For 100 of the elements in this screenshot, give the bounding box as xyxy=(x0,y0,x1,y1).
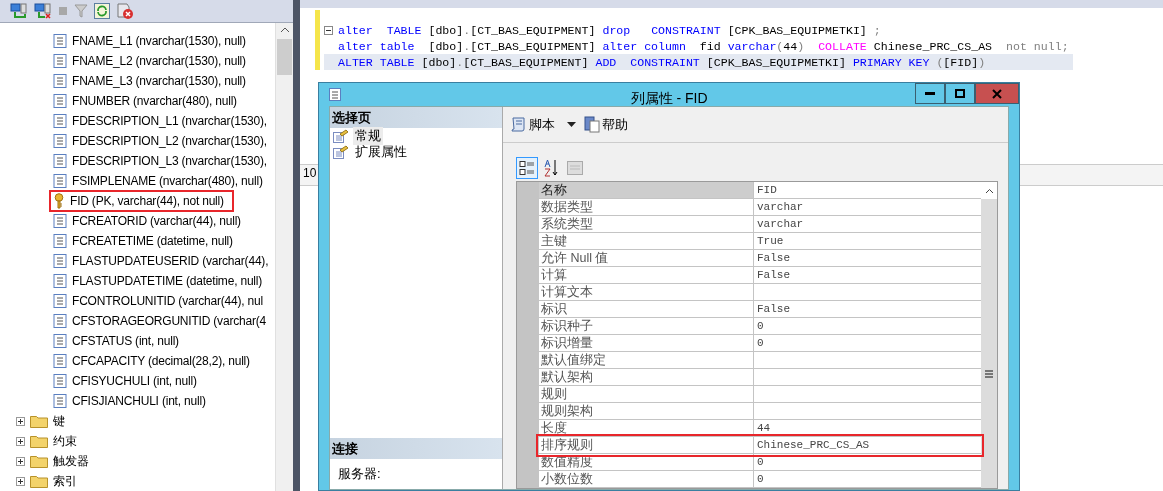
property-name[interactable]: 计算文本 xyxy=(539,284,754,301)
folder-item[interactable]: 键 xyxy=(53,412,65,430)
property-name[interactable]: 小数位数 xyxy=(539,471,754,488)
help-button[interactable]: 帮助 xyxy=(584,115,628,134)
window-icon xyxy=(329,88,341,101)
column-icon xyxy=(53,394,67,408)
column-item[interactable]: FLASTUPDATEUSERID (varchar(44), xyxy=(72,254,269,268)
connect-icon[interactable] xyxy=(10,3,28,19)
property-value[interactable]: Chinese_PRC_CS_AS xyxy=(754,437,981,454)
code-line: alter TABLE [dbo].[CT_BAS_EQUIPMENT] drop CONSTRAINT [CPK_BAS_EQUIPMETKI] ; xyxy=(324,22,1073,38)
column-item[interactable]: CFSTATUS (int, null) xyxy=(72,334,179,348)
script-button[interactable]: 脚本 xyxy=(510,115,555,134)
column-icon xyxy=(53,174,67,188)
property-name[interactable]: 主键 xyxy=(539,233,754,250)
column-icon xyxy=(53,54,67,68)
server-label: 服务器: xyxy=(338,465,381,483)
grip-icon[interactable] xyxy=(985,370,993,378)
property-name[interactable]: 名称 xyxy=(539,182,754,199)
column-item[interactable]: FNAME_L2 (nvarchar(1530), null) xyxy=(72,54,246,68)
column-item[interactable]: FSIMPLENAME (nvarchar(480), null) xyxy=(72,174,263,188)
column-icon xyxy=(53,274,67,288)
categorized-toggle[interactable] xyxy=(516,157,538,179)
pane-header: 选择页 xyxy=(330,107,502,128)
property-name[interactable]: 默认值绑定 xyxy=(539,352,754,369)
property-name[interactable]: 允许 Null 值 xyxy=(539,250,754,267)
code-line: alter table [dbo].[CT_BAS_EQUIPMENT] alter column fid varchar(44) COLLATE Chinese_PRC_CS_AS not null; xyxy=(337,38,1070,54)
column-icon xyxy=(53,114,67,128)
zoom-level[interactable]: 10 xyxy=(303,166,317,180)
folder-item[interactable]: 约束 xyxy=(53,432,77,450)
folder-item[interactable]: 触发器 xyxy=(53,452,89,470)
close-button[interactable] xyxy=(975,83,1019,104)
column-icon xyxy=(53,234,67,248)
column-item[interactable]: FDESCRIPTION_L3 (nvarchar(1530), xyxy=(72,154,267,168)
property-value[interactable]: varchar xyxy=(754,199,981,216)
expand-icon[interactable] xyxy=(16,456,25,466)
refresh-icon[interactable] xyxy=(94,3,110,19)
property-name[interactable]: 排序规则 xyxy=(539,437,754,454)
scroll-thumb[interactable] xyxy=(277,39,292,75)
scroll-icon xyxy=(510,116,527,133)
column-item[interactable]: CFCAPACITY (decimal(28,2), null) xyxy=(72,354,250,368)
help-book-icon xyxy=(584,116,600,133)
page-item[interactable]: 扩展属性 xyxy=(353,143,409,161)
property-name[interactable]: 标识种子 xyxy=(539,318,754,335)
scrollbar[interactable] xyxy=(981,182,997,488)
column-icon xyxy=(53,374,67,388)
categorized-icon xyxy=(519,160,535,176)
column-item[interactable]: FCREATETIME (datetime, null) xyxy=(72,234,233,248)
minimize-button[interactable] xyxy=(915,83,945,104)
property-name[interactable]: 数据类型 xyxy=(539,199,754,216)
column-icon xyxy=(53,134,67,148)
property-value[interactable]: True xyxy=(754,233,981,250)
column-item[interactable]: FNAME_L1 (nvarchar(1530), null) xyxy=(72,34,246,48)
page-item[interactable]: 常规 xyxy=(353,127,383,145)
property-name[interactable]: 规则 xyxy=(539,386,754,403)
property-value[interactable]: 0 xyxy=(754,471,981,488)
column-item[interactable]: FNUMBER (nvarchar(480), null) xyxy=(72,94,237,108)
column-item[interactable]: FCONTROLUNITID (varchar(44), nul xyxy=(72,294,263,308)
property-value[interactable]: False xyxy=(754,250,981,267)
column-item[interactable]: CFISYUCHULI (int, null) xyxy=(72,374,197,388)
property-value[interactable]: varchar xyxy=(754,216,981,233)
folder-icon xyxy=(30,434,48,448)
column-item[interactable]: CFISJIANCHULI (int, null) xyxy=(72,394,206,408)
column-item[interactable]: FDESCRIPTION_L1 (nvarchar(1530), xyxy=(72,114,267,128)
property-name[interactable]: 默认架构 xyxy=(539,369,754,386)
folder-item[interactable]: 索引 xyxy=(53,472,77,490)
column-item[interactable]: FNAME_L3 (nvarchar(1530), null) xyxy=(72,74,246,88)
expand-icon[interactable] xyxy=(16,476,25,486)
property-name[interactable]: 标识增量 xyxy=(539,335,754,352)
expand-icon[interactable] xyxy=(16,416,25,426)
property-value[interactable]: 0 xyxy=(754,318,981,335)
column-icon xyxy=(53,214,67,228)
property-name[interactable]: 系统类型 xyxy=(539,216,754,233)
property-value[interactable]: False xyxy=(754,267,981,284)
property-value[interactable]: 0 xyxy=(754,335,981,352)
column-item[interactable]: FCREATORID (varchar(44), null) xyxy=(72,214,241,228)
expand-icon[interactable] xyxy=(16,436,25,446)
column-icon xyxy=(53,94,67,108)
column-icon xyxy=(53,314,67,328)
maximize-button[interactable] xyxy=(945,83,975,104)
property-value[interactable]: FID xyxy=(754,182,981,199)
column-item[interactable]: FDESCRIPTION_L2 (nvarchar(1530), xyxy=(72,134,267,148)
disconnect-icon[interactable] xyxy=(34,3,52,19)
dropdown-caret-icon[interactable] xyxy=(567,122,576,127)
property-value[interactable]: False xyxy=(754,301,981,318)
property-name[interactable]: 计算 xyxy=(539,267,754,284)
column-item[interactable]: FLASTUPDATETIME (datetime, null) xyxy=(72,274,263,288)
scroll-up-icon[interactable] xyxy=(984,187,994,194)
property-name[interactable]: 标识 xyxy=(539,301,754,318)
window-title: 列属性 - FID xyxy=(630,90,708,108)
sort-az-icon xyxy=(543,159,559,177)
column-icon xyxy=(53,294,67,308)
key-icon xyxy=(53,193,65,209)
scrollbar[interactable] xyxy=(275,23,293,491)
delete-icon[interactable] xyxy=(116,2,134,20)
column-icon xyxy=(53,354,67,368)
collapse-icon[interactable] xyxy=(324,25,333,35)
property-name[interactable]: 规则架构 xyxy=(539,403,754,420)
column-icon xyxy=(53,254,67,268)
close-icon xyxy=(992,88,1002,99)
column-item[interactable]: CFSTORAGEORGUNITID (varchar(4 xyxy=(72,314,266,328)
